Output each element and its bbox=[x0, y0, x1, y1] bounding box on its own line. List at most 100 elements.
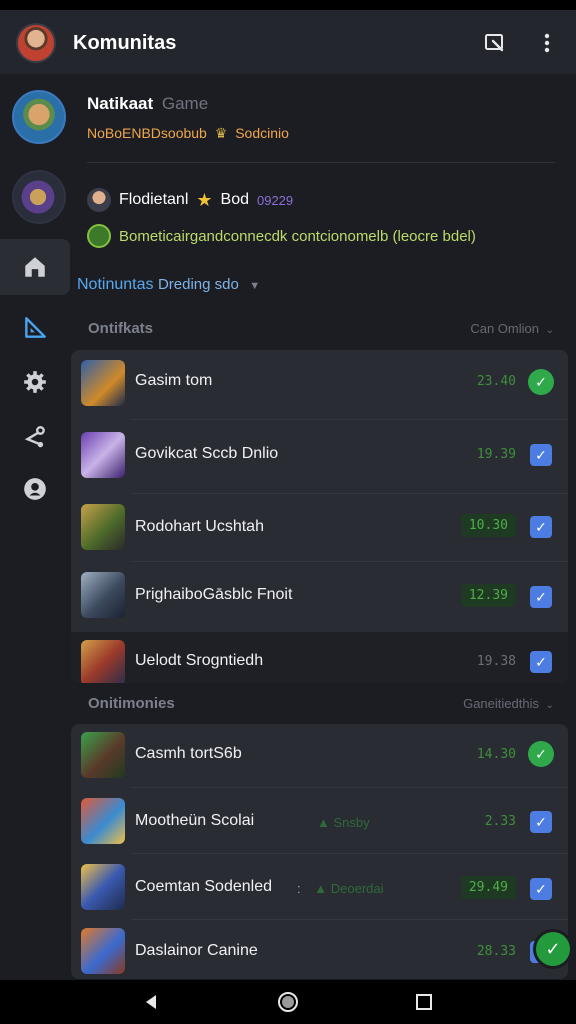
list-item[interactable]: Rodohart Ucshtah 10.30 ✓ bbox=[71, 494, 568, 562]
game-thumbnail bbox=[81, 360, 125, 406]
check-icon: ✓ bbox=[545, 938, 561, 959]
list-item[interactable]: Govikcat Sccb Dnlio 19.39 ✓ bbox=[71, 420, 568, 494]
section-title: Ontifkats bbox=[88, 320, 154, 337]
recents-icon bbox=[416, 994, 432, 1010]
mini-avatar bbox=[87, 188, 111, 212]
gear-icon bbox=[24, 371, 46, 393]
sidebar-item-home[interactable] bbox=[0, 239, 70, 295]
list-item-time: 19.38 bbox=[476, 654, 516, 669]
post-count: 09229 bbox=[256, 192, 294, 208]
list-item-label: Coemtan Sodenled bbox=[135, 878, 272, 895]
post-title: Natikaat Game bbox=[87, 94, 208, 114]
list-item[interactable]: Gasim tom 23.40 ✓ bbox=[71, 350, 568, 420]
game-thumbnail bbox=[81, 864, 125, 910]
post-description: Bometicairgandconnecdk contcionomelb (le… bbox=[87, 224, 476, 248]
post-item[interactable]: Flodietanl ★ Bod 09229 Bometicairgandcon… bbox=[0, 166, 576, 266]
confirm-fab[interactable]: ✓ bbox=[536, 932, 570, 966]
edit-button[interactable] bbox=[480, 28, 510, 58]
game-thumbnail bbox=[81, 432, 125, 478]
list-item-extra-text: Snsby bbox=[333, 815, 370, 830]
list-item-label: Casmh tortS6b bbox=[135, 745, 242, 762]
ruler-icon bbox=[25, 317, 46, 338]
edit-icon bbox=[485, 34, 504, 52]
section-title: Onitimonies bbox=[88, 695, 175, 712]
home-circle-icon bbox=[278, 992, 298, 1012]
status-dot-icon bbox=[87, 224, 111, 248]
recents-button[interactable] bbox=[409, 990, 439, 1014]
checkbox-icon[interactable]: ✓ bbox=[530, 516, 552, 538]
post-author: Flodietanl bbox=[119, 191, 189, 208]
more-button[interactable] bbox=[532, 28, 562, 58]
list-item-label: Gasim tom bbox=[135, 372, 213, 389]
list-item-time: 12.39 bbox=[460, 584, 516, 607]
list-item[interactable]: Coemtan Sodenled : ▲ Deoerdai 29.49 ✓ bbox=[71, 854, 568, 920]
post-author-2: Bod bbox=[220, 191, 249, 208]
list-item-extra-text: Deoerdai bbox=[330, 881, 384, 896]
section-filter-label: Can Omlion bbox=[470, 321, 539, 336]
back-icon bbox=[146, 995, 156, 1009]
game-thumbnail bbox=[81, 798, 125, 844]
back-button[interactable] bbox=[136, 990, 166, 1014]
game-thumbnail bbox=[81, 572, 125, 618]
list-item-label: PrighaiboGāsblc Fnoit bbox=[135, 586, 293, 603]
list-item[interactable]: Daslainor Canine 28.33 ✓ bbox=[71, 920, 568, 979]
checkbox-icon[interactable]: ✓ bbox=[530, 444, 552, 466]
communities-subtitle: Dreding sdo bbox=[157, 276, 239, 293]
community-list: Casmh tortS6b 14.30 ✓ Mootheün Scolai ▲ … bbox=[71, 724, 568, 979]
checkbox-icon[interactable]: ✓ bbox=[530, 586, 552, 608]
communities-title: Notinuntas bbox=[77, 276, 154, 293]
list-item[interactable]: Uelodt Srogntiedh 19.38 ✓ bbox=[71, 632, 568, 683]
more-vert-icon bbox=[544, 33, 550, 53]
game-thumbnail bbox=[81, 732, 125, 778]
check-icon[interactable]: ✓ bbox=[528, 369, 554, 395]
checkbox-icon[interactable]: ✓ bbox=[530, 811, 552, 833]
post-subtitle: NoBoENBDsoobub ♛ Sodcinio bbox=[87, 125, 289, 142]
list-item-extra: ▲ Snsby bbox=[317, 815, 370, 830]
page-title: Komunitas bbox=[73, 32, 177, 54]
profile-icon bbox=[24, 478, 46, 500]
checkbox-icon[interactable]: ✓ bbox=[530, 651, 552, 673]
list-item-label: Rodohart Ucshtah bbox=[135, 518, 264, 535]
sidebar-item-measure[interactable] bbox=[0, 300, 70, 356]
share-icon bbox=[24, 426, 45, 448]
list-item-label: Uelodt Srogntiedh bbox=[135, 652, 264, 669]
trophy-icon: ♛ bbox=[214, 125, 228, 141]
checkbox-icon[interactable]: ✓ bbox=[530, 878, 552, 900]
list-item-time: 23.40 bbox=[476, 374, 516, 389]
status-bar bbox=[0, 0, 576, 10]
list-item-time: 29.49 bbox=[460, 876, 516, 899]
post-author: Natikaat bbox=[87, 94, 154, 113]
separator-dot: : bbox=[297, 881, 301, 896]
post-avatar bbox=[12, 90, 66, 144]
post-description-text: Bometicairgandconnecdk contcionomelb (le… bbox=[119, 227, 476, 245]
post-meta: Flodietanl ★ Bod 09229 bbox=[87, 188, 293, 212]
sidebar bbox=[0, 236, 70, 536]
community-list: Gasim tom 23.40 ✓ Govikcat Sccb Dnlio 19… bbox=[71, 350, 568, 683]
avatar[interactable] bbox=[16, 23, 56, 63]
app-bar: Komunitas bbox=[0, 10, 576, 74]
list-item-time: 10.30 bbox=[460, 514, 516, 537]
post-badge-text: Sodcinio bbox=[235, 125, 289, 141]
list-item[interactable]: PrighaiboGāsblc Fnoit 12.39 ✓ bbox=[71, 562, 568, 632]
list-item-label: Govikcat Sccb Dnlio bbox=[135, 445, 279, 462]
section-filter[interactable]: Ganeitiedthis ⌄ bbox=[463, 696, 554, 711]
sidebar-item-profile[interactable] bbox=[0, 461, 70, 517]
list-item-time: 14.30 bbox=[476, 747, 516, 762]
communities-heading[interactable]: Notinuntas Dreding sdo ▼ bbox=[77, 276, 260, 294]
section-filter[interactable]: Can Omlion ⌄ bbox=[470, 321, 554, 336]
section-filter-label: Ganeitiedthis bbox=[463, 696, 539, 711]
list-item[interactable]: Casmh tortS6b 14.30 ✓ bbox=[71, 724, 568, 788]
thumb-icon: ▲ bbox=[317, 815, 330, 830]
home-icon bbox=[25, 257, 45, 277]
list-item-label: Daslainor Canine bbox=[135, 942, 258, 959]
game-thumbnail bbox=[81, 504, 125, 550]
list-item[interactable]: Mootheün Scolai ▲ Snsby 2.33 ✓ bbox=[71, 788, 568, 854]
sidebar-item-settings[interactable] bbox=[0, 354, 70, 410]
chevron-down-icon: ⌄ bbox=[545, 700, 554, 711]
home-button[interactable] bbox=[273, 990, 303, 1014]
sidebar-item-share[interactable] bbox=[0, 409, 70, 465]
post-item[interactable]: Natikaat Game NoBoENBDsoobub ♛ Sodcinio bbox=[0, 80, 576, 162]
check-icon[interactable]: ✓ bbox=[528, 741, 554, 767]
list-item-time: 19.39 bbox=[476, 447, 516, 462]
list-item-label: Mootheün Scolai bbox=[135, 812, 255, 829]
